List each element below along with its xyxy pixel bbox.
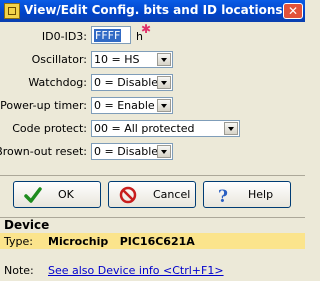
codeprotect-value: 00 = All protected xyxy=(94,122,195,135)
cancel-button[interactable]: Cancel xyxy=(108,181,196,208)
brownout-select[interactable]: 0 = Disable xyxy=(91,143,173,160)
type-value: Microchip PIC16C621A xyxy=(48,235,195,248)
device-header-label: Device xyxy=(4,218,50,232)
window-title: View/Edit Config. bits and ID locations xyxy=(24,3,283,17)
help-question-icon: ? xyxy=(218,187,228,204)
cancel-label: Cancel xyxy=(153,188,191,201)
type-label: Type: xyxy=(4,235,33,248)
note-row: Note: See also Device info <Ctrl+F1> xyxy=(0,262,305,278)
chevron-down-icon[interactable] xyxy=(157,76,171,89)
device-type-row: Type: Microchip PIC16C621A xyxy=(0,233,305,249)
oscillator-select[interactable]: 10 = HS xyxy=(91,51,173,68)
watchdog-select[interactable]: 0 = Disable xyxy=(91,74,173,91)
chevron-down-icon[interactable] xyxy=(157,145,171,158)
close-button[interactable]: ✕ xyxy=(283,3,303,19)
chevron-down-icon[interactable] xyxy=(224,122,238,135)
ok-label: OK xyxy=(58,188,74,201)
watchdog-value: 0 = Disable xyxy=(94,76,159,89)
powerup-label: Power-up timer: xyxy=(0,99,87,112)
title-bar: View/Edit Config. bits and ID locations … xyxy=(0,0,305,22)
brownout-label: Brown-out reset: xyxy=(0,145,87,158)
note-label: Note: xyxy=(4,264,34,277)
watchdog-label: Watchdog: xyxy=(28,76,87,89)
ok-button[interactable]: OK xyxy=(13,181,101,208)
asterisk-icon: ✱ xyxy=(141,22,152,36)
id-input[interactable]: FFFF xyxy=(91,26,131,44)
cancel-icon xyxy=(119,186,137,204)
oscillator-value: 10 = HS xyxy=(94,53,140,66)
powerup-select[interactable]: 0 = Enable xyxy=(91,97,173,114)
codeprotect-select[interactable]: 00 = All protected xyxy=(91,120,240,137)
brownout-value: 0 = Disable xyxy=(94,145,159,158)
help-button[interactable]: ? Help xyxy=(203,181,291,208)
codeprotect-label: Code protect: xyxy=(12,122,87,135)
chevron-down-icon[interactable] xyxy=(157,99,171,112)
id-value: FFFF xyxy=(94,29,122,42)
id-label: ID0-ID3: xyxy=(41,30,87,43)
app-icon xyxy=(4,3,20,19)
powerup-value: 0 = Enable xyxy=(94,99,155,112)
oscillator-label: Oscillator: xyxy=(31,53,87,66)
help-label: Help xyxy=(248,188,274,201)
chevron-down-icon[interactable] xyxy=(157,53,171,66)
device-section-header: Device xyxy=(0,217,305,233)
checkmark-icon xyxy=(24,187,42,203)
svg-text:?: ? xyxy=(218,187,228,204)
device-info-link[interactable]: See also Device info <Ctrl+F1> xyxy=(48,264,224,277)
